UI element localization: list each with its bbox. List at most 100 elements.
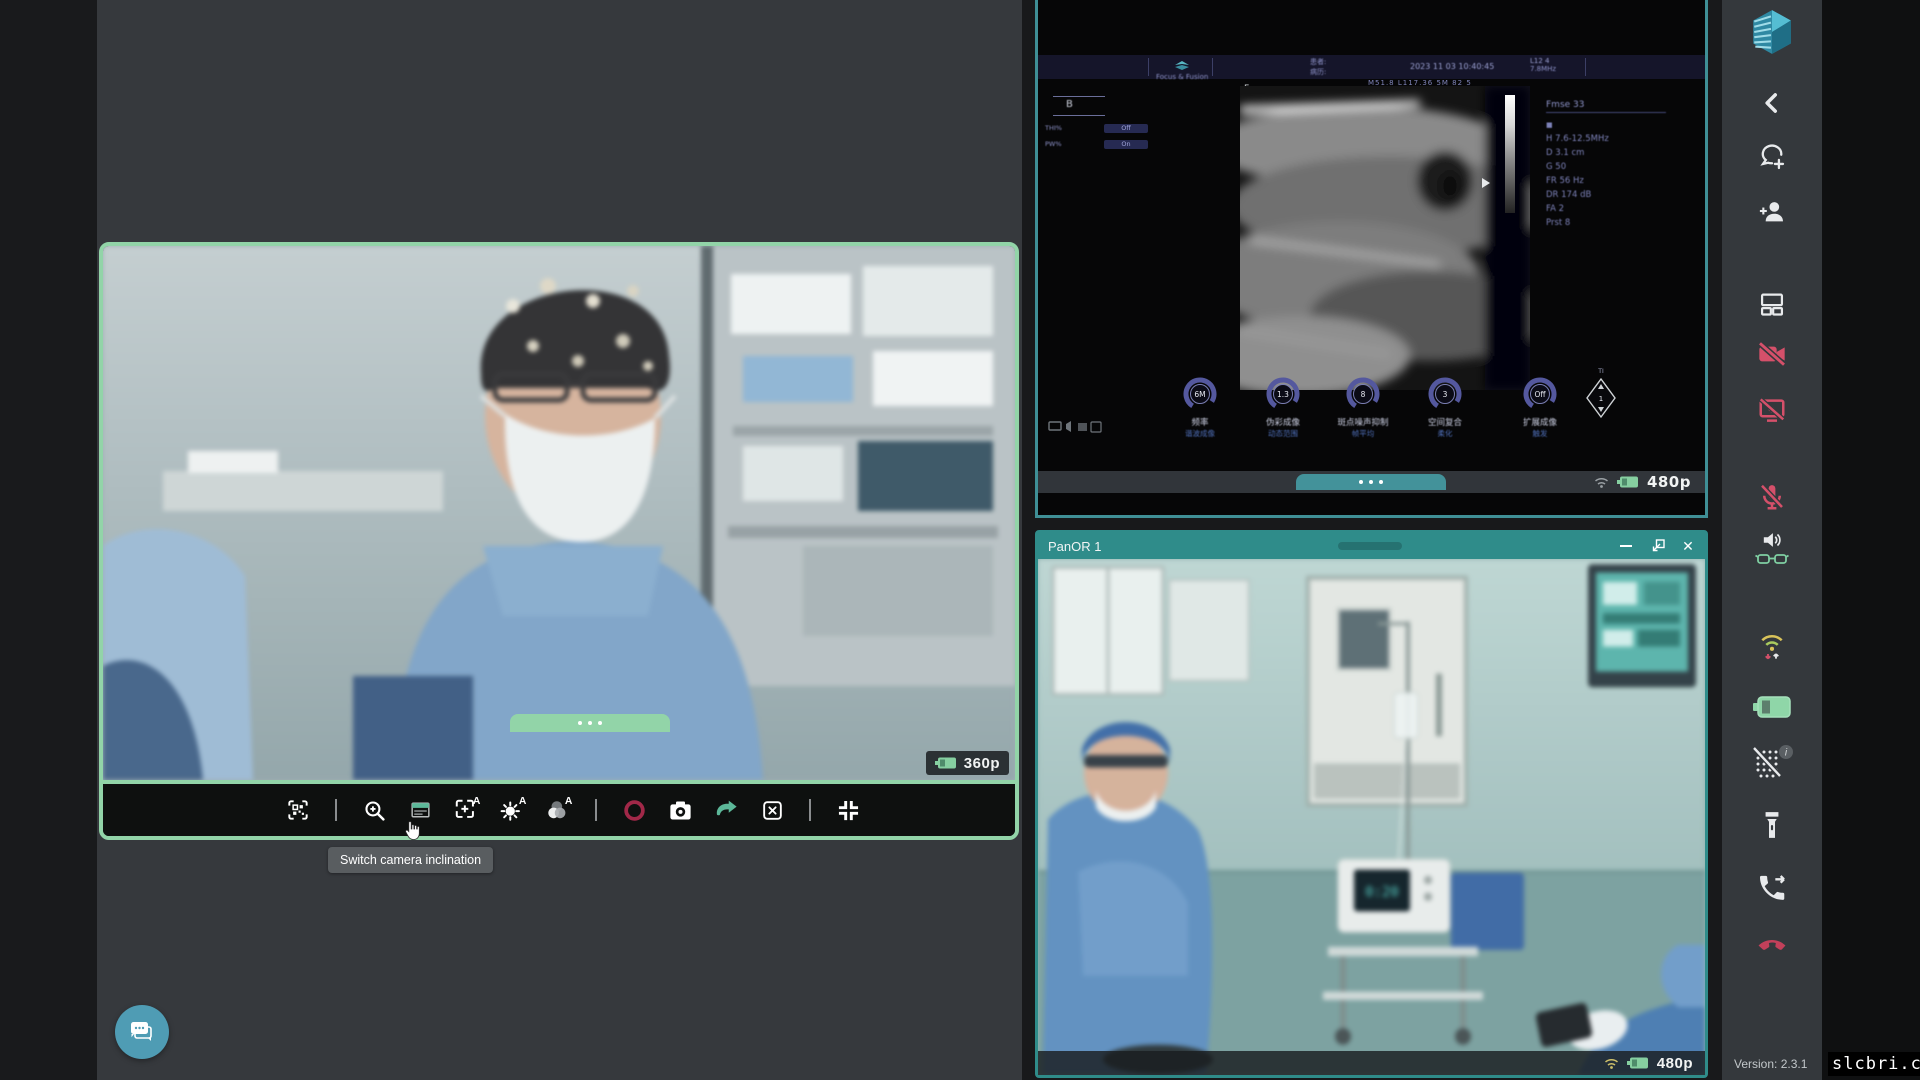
ultrasound-feed: Focus & Fusion 患者: 病历: 2023 11 03 10:40:… [1038,0,1705,493]
window-drag-handle[interactable] [1296,474,1446,490]
speaker-button[interactable] [1761,530,1783,550]
svg-text:0:20: 0:20 [1365,884,1399,900]
control-toggle[interactable]: On [1104,140,1148,149]
sidebar: i Version: 2.3.1 [1722,0,1822,1080]
restore-window-button[interactable] [1645,533,1671,559]
chat-bubbles-icon [128,1020,156,1044]
camera-off-icon [1756,338,1788,370]
new-chat-button[interactable] [1757,142,1787,172]
ar-glasses-icon [1755,550,1789,568]
gauge-extended-imaging[interactable]: Off 扩展成像 触发 [1495,374,1585,439]
main-video-window[interactable]: 360p [99,242,1019,840]
new-chat-icon [1757,142,1787,172]
chat-button[interactable] [115,1005,169,1059]
chevron-left-icon [1759,90,1785,116]
control-row-label: THI% [1045,124,1062,132]
version-label: Version: 2.3.1 [1734,1057,1807,1071]
mic-off-button[interactable] [1757,482,1787,512]
svg-text:6M: 6M [1194,390,1205,399]
camera-share-icon [713,797,740,824]
restore-icon [1651,539,1665,553]
battery-icon [1617,476,1639,488]
svg-text:1: 1 [1599,395,1603,403]
minimize-button[interactable] [1613,533,1639,559]
resolution-badge: 360p [926,751,1009,775]
network-signal-button[interactable] [1757,630,1787,662]
depth-cursor [1482,178,1490,188]
panor-window[interactable]: PanOR 1 ✕ [1035,530,1708,1078]
auto-brightness-icon: A [497,795,527,825]
qr-scan-button[interactable] [281,793,315,827]
call-forward-button[interactable] [1756,872,1788,904]
add-user-icon [1757,196,1787,226]
probe-label: L12 4 [1530,57,1556,65]
mode-indicator: B [1066,99,1073,110]
app-logo [1749,8,1795,56]
snapshot-button[interactable] [663,793,697,827]
add-participant-button[interactable] [1757,196,1787,226]
record-button[interactable] [617,793,651,827]
auto-white-balance-button[interactable]: A [541,793,575,827]
zoom-in-icon [362,798,387,823]
close-box-icon [760,798,785,823]
flashlight-icon [1759,810,1785,840]
ultrasound-window[interactable]: Focus & Fusion 患者: 病历: 2023 11 03 10:40:… [1035,0,1708,518]
svg-text:3: 3 [1443,390,1448,399]
back-button[interactable] [1759,90,1785,116]
battery-status [1753,696,1791,718]
speaker-icon [1761,530,1783,550]
panor-video-feed[interactable]: 0:20 [1038,559,1705,1075]
camera-share-button[interactable] [709,793,743,827]
left-margin [0,0,97,1080]
collapse-view-icon [835,797,862,824]
gauge-frequency[interactable]: 6M 频率 谐波成像 [1155,374,1245,439]
grid-off-button[interactable]: i [1750,744,1794,782]
toolbar-separator [335,799,337,821]
battery-icon [1627,1057,1649,1069]
auto-focus-icon: A [451,795,481,825]
auto-white-balance-icon: A [543,795,573,825]
video-drag-handle[interactable] [510,714,670,732]
resolution-label: 360p [964,755,1000,772]
ar-glasses-button[interactable] [1755,550,1789,568]
screenshare-off-button[interactable] [1757,395,1787,425]
vendor-logo-icon [1173,60,1191,71]
probe-freq: 7.8MHz [1530,65,1556,73]
layout-button[interactable] [1758,290,1786,318]
wifi-icon [1594,476,1609,489]
svg-text:8: 8 [1361,390,1366,399]
close-stream-button[interactable] [755,793,789,827]
auto-focus-button[interactable]: A [449,793,483,827]
grayscale-bar [1505,95,1515,213]
wifi-icon [1604,1057,1619,1070]
record-label: 病历: [1310,67,1326,77]
zoom-in-button[interactable] [357,793,391,827]
gauge-speckle-reduction[interactable]: 8 斑点噪声抑制 帧平均 [1318,374,1408,439]
svg-text:Off: Off [1534,390,1546,399]
camera-off-button[interactable] [1756,338,1788,370]
close-window-button[interactable]: ✕ [1675,533,1701,559]
dial-control[interactable]: TI 1 [1581,368,1621,425]
auto-brightness-button[interactable]: A [495,793,529,827]
toolbar-separator [595,799,597,821]
flashlight-button[interactable] [1759,810,1785,840]
gauge-spatial-compound[interactable]: 3 空间复合 柔化 [1400,374,1490,439]
collapse-view-button[interactable] [831,793,865,827]
hang-up-button[interactable] [1755,932,1789,952]
control-toggle[interactable]: Off [1104,124,1148,133]
layout-icon [1758,290,1786,318]
screenshare-off-icon [1757,395,1787,425]
titlebar-grip[interactable] [1338,542,1402,550]
qr-scan-icon [285,797,311,823]
svg-text:A: A [565,796,573,807]
watermark: slcbri.com [1828,1052,1920,1076]
main-video-feed[interactable]: 360p [103,246,1015,780]
panor-status-bar: 480p [1038,1051,1705,1075]
control-row-label: PW% [1045,140,1062,148]
call-forward-icon [1756,872,1788,904]
gauge-colorize[interactable]: 1.3 伪彩成像 动态范围 [1238,374,1328,439]
mic-off-icon [1757,482,1787,512]
camera-inclination-icon [408,798,433,823]
panor-titlebar[interactable]: PanOR 1 ✕ [1038,533,1705,559]
patient-label: 患者: [1310,57,1326,67]
